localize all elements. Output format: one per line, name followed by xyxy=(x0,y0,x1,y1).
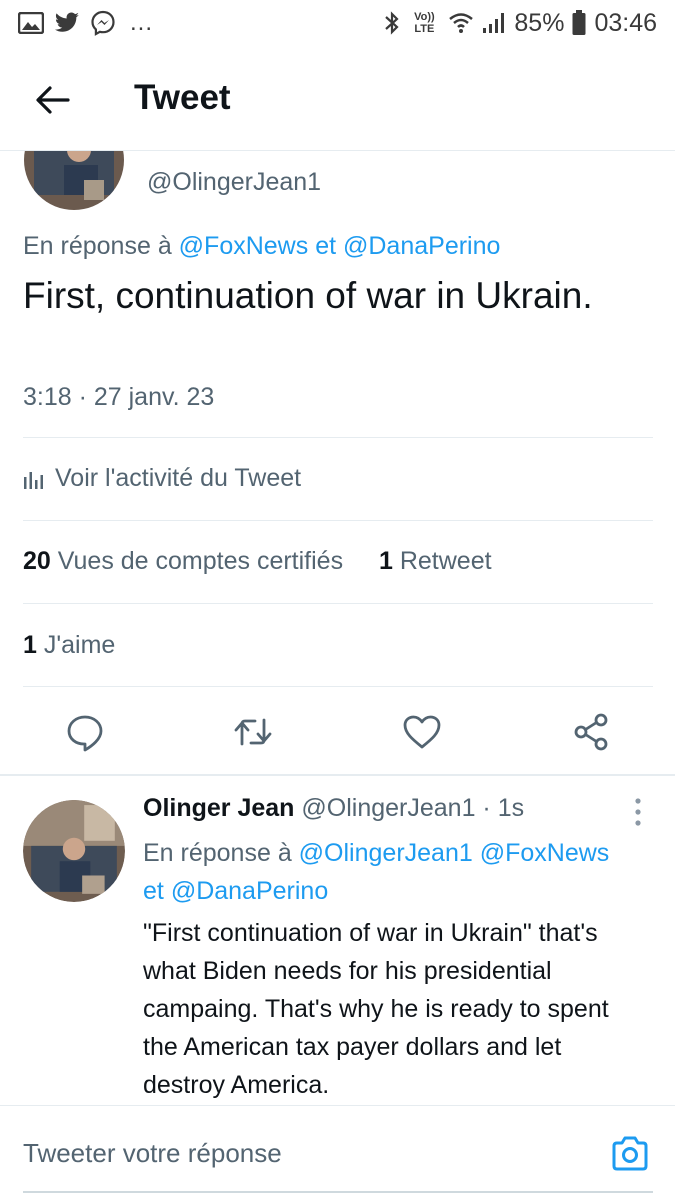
divider xyxy=(23,437,653,438)
reply-prefix: En réponse à xyxy=(143,839,299,867)
reply-context: En réponse à @FoxNews et @DanaPerino xyxy=(23,232,500,261)
messenger-icon xyxy=(91,10,115,36)
reply-author-avatar[interactable] xyxy=(23,800,125,902)
tweet-action-bar xyxy=(0,700,675,768)
divider xyxy=(23,686,653,687)
signal-icon xyxy=(483,13,505,33)
battery-percent: 85% xyxy=(514,8,565,37)
page-title: Tweet xyxy=(134,78,231,117)
author-handle[interactable]: @OlingerJean1 xyxy=(147,168,321,197)
camera-icon[interactable] xyxy=(610,1134,650,1174)
compose-underline xyxy=(23,1191,653,1193)
analytics-icon xyxy=(24,471,43,489)
mention-link[interactable]: @DanaPerino xyxy=(171,877,328,905)
share-icon[interactable] xyxy=(571,712,611,752)
mention-link[interactable]: @DanaPerino xyxy=(343,232,500,260)
like-heart-icon[interactable] xyxy=(402,712,442,752)
app-header: Tweet xyxy=(0,48,675,151)
battery-icon xyxy=(572,10,586,35)
reply-icon[interactable] xyxy=(65,712,105,752)
more-notifications-indicator: ... xyxy=(130,9,154,36)
reply-prefix: En réponse à xyxy=(23,232,179,260)
status-bar-system: Vo)) LTE 85% 03:46 xyxy=(384,8,657,38)
reply-conjunction[interactable]: et xyxy=(143,877,164,905)
reply-tweet-text: "First continuation of war in Ukrain" th… xyxy=(143,919,609,1099)
twitter-icon xyxy=(54,12,79,32)
back-arrow-icon[interactable] xyxy=(32,80,72,120)
reply-tweet-header: Olinger Jean @OlingerJean1 · 1s xyxy=(143,794,524,823)
divider xyxy=(23,520,653,521)
compose-reply-bar: Tweeter votre réponse xyxy=(0,1105,675,1201)
activity-label: Voir l'activité du Tweet xyxy=(55,464,302,492)
reply-author-name[interactable]: Olinger Jean xyxy=(143,794,294,822)
volte-icon: Vo)) LTE xyxy=(414,11,435,35)
retweets-stat[interactable]: 1 Retweet xyxy=(379,547,492,575)
bluetooth-icon xyxy=(385,11,399,35)
section-separator xyxy=(0,774,675,776)
reply-tweet-context: En réponse à @OlingerJean1 @FoxNews et @D… xyxy=(143,834,648,910)
reply-time[interactable]: · 1s xyxy=(475,794,524,822)
likes-stat[interactable]: 1 J'aime xyxy=(23,631,115,660)
divider xyxy=(23,603,653,604)
gallery-icon xyxy=(18,12,44,34)
reply-conjunction[interactable]: et xyxy=(308,232,343,260)
retweet-icon[interactable] xyxy=(233,712,273,752)
more-options-icon[interactable] xyxy=(628,796,648,830)
tweet-stats: 20 Vues de comptes certifiés 1 Retweet xyxy=(23,547,492,576)
views-stat[interactable]: 20 Vues de comptes certifiés xyxy=(23,547,343,575)
clock: 03:46 xyxy=(594,8,657,37)
status-bar: ... Vo)) LTE 85% 03:46 xyxy=(0,0,675,48)
mention-link[interactable]: @OlingerJean1 xyxy=(299,839,473,867)
mention-link[interactable]: @FoxNews xyxy=(480,839,610,867)
reply-input[interactable]: Tweeter votre réponse xyxy=(23,1138,282,1169)
tweet-timestamp[interactable]: 3:18 · 27 janv. 23 xyxy=(23,383,214,412)
reply-author-handle[interactable]: @OlingerJean1 xyxy=(294,794,475,822)
mention-link[interactable]: @FoxNews xyxy=(179,232,309,260)
status-bar-notifications: ... xyxy=(18,8,153,38)
tweet-text: First, continuation of war in Ukrain. xyxy=(23,275,593,316)
tweet-activity-link[interactable]: Voir l'activité du Tweet xyxy=(23,464,301,493)
wifi-icon xyxy=(449,13,474,33)
